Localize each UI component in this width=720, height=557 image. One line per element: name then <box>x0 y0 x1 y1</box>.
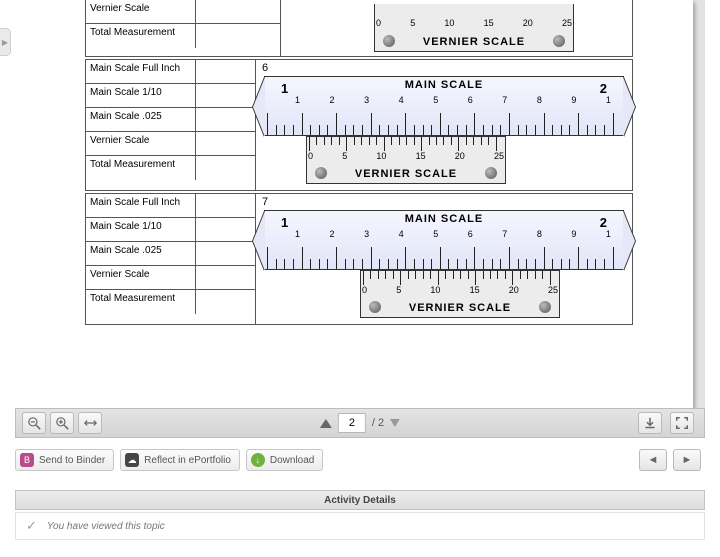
main-scale: MAIN SCALE 1 2 1234567891 <box>264 210 624 270</box>
check-icon: ✓ <box>26 518 37 534</box>
row-label: Main Scale .025 <box>86 108 196 131</box>
row-label: Main Scale .025 <box>86 242 196 265</box>
reflect-eportfolio-button[interactable]: ☁ Reflect in ePortfolio <box>120 449 240 471</box>
zoom-in-button[interactable] <box>50 412 74 434</box>
side-expand-button[interactable]: ▶ <box>0 28 11 56</box>
figure-number: 6 <box>262 62 268 74</box>
row-label: Total Measurement <box>86 290 196 314</box>
row-label: Main Scale Full Inch <box>86 60 196 83</box>
row-label: Main Scale Full Inch <box>86 194 196 217</box>
row-value <box>196 24 280 48</box>
viewed-status: You have viewed this topic <box>47 521 165 532</box>
page-number-input[interactable] <box>338 413 366 433</box>
row-label: Main Scale 1/10 <box>86 84 196 107</box>
row-label: Vernier Scale <box>86 266 196 289</box>
nav-prev-button[interactable]: ◄ <box>639 449 667 471</box>
main-scale: MAIN SCALE 1 2 1234567891 <box>264 76 624 136</box>
actions-bar: B Send to Binder ☁ Reflect in ePortfolio… <box>15 446 705 474</box>
activity-details-header: Activity Details <box>15 490 705 510</box>
download-button[interactable]: ↓ Download <box>246 449 323 471</box>
binder-icon: B <box>20 453 34 467</box>
nav-next-button[interactable]: ► <box>673 449 701 471</box>
download-icon: ↓ <box>251 453 265 467</box>
row-label: Total Measurement <box>86 24 196 48</box>
cloud-icon: ☁ <box>125 453 139 467</box>
vernier-scale: 0510152025 VERNIER SCALE <box>306 136 506 184</box>
row-label: Total Measurement <box>86 156 196 180</box>
download-pdf-button[interactable] <box>638 412 662 434</box>
figure-number: 7 <box>262 196 268 208</box>
tick-marks <box>267 109 621 135</box>
row-label: Vernier Scale <box>86 0 196 23</box>
send-to-binder-button[interactable]: B Send to Binder <box>15 449 114 471</box>
page-total: / 2 <box>372 417 384 429</box>
next-page-button[interactable] <box>390 419 400 427</box>
viewer-toolbar: / 2 <box>15 408 705 438</box>
vernier-title: VERNIER SCALE <box>375 36 573 48</box>
tick-marks <box>267 243 621 269</box>
row-value <box>196 0 280 23</box>
activity-details-row: ✓ You have viewed this topic <box>15 512 705 540</box>
row-label: Main Scale 1/10 <box>86 218 196 241</box>
row-label: Vernier Scale <box>86 132 196 155</box>
fit-width-button[interactable] <box>78 412 102 434</box>
document-viewport: Vernier Scale Total Measurement 05101520… <box>15 0 705 408</box>
zoom-out-button[interactable] <box>22 412 46 434</box>
fullscreen-button[interactable] <box>670 412 694 434</box>
document-page: Vernier Scale Total Measurement 05101520… <box>15 0 693 408</box>
prev-page-button[interactable] <box>320 419 332 428</box>
vernier-scale: 0510152025 VERNIER SCALE <box>360 270 560 318</box>
